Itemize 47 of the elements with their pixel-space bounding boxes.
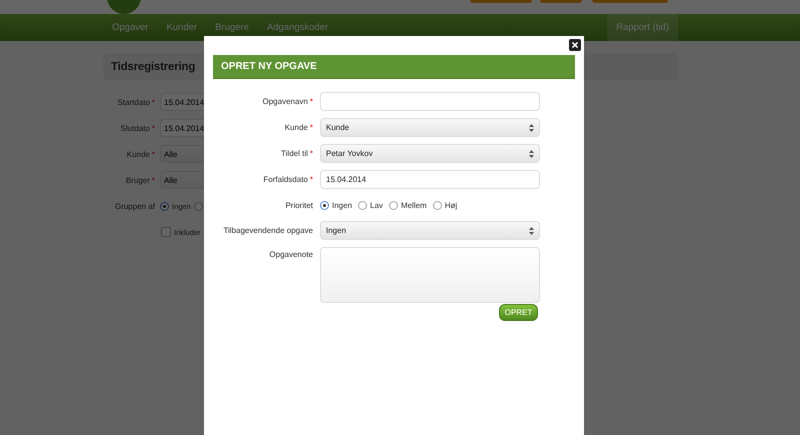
field-label: Kunde * [284,123,313,132]
page-title: Tidsregistrering [111,60,196,72]
field-label: Forfaldsdato * [262,175,313,184]
required-mark: * [152,150,155,158]
field-label: Prioritet [284,200,313,210]
radio-label: Mellem [400,200,427,210]
field-label: Tildel til * [280,149,313,158]
radio-button[interactable] [194,202,203,210]
field-label: Opgavenote [268,249,313,259]
required-mark: * [152,98,155,106]
field-label: Slutdato * [120,124,155,132]
nav-link[interactable]: Opgaver [103,14,158,41]
textarea-field[interactable] [320,247,540,303]
radio-label: Høj [444,200,458,210]
select-field[interactable]: Petar Yovkov [320,144,540,163]
field-label: Opgavenavn * [262,97,313,106]
required-mark: * [310,97,313,106]
radio-button[interactable] [432,200,442,210]
field-label: Gruppen af [114,202,155,210]
checkbox[interactable] [161,227,171,237]
select-field[interactable]: Ingen [320,221,540,240]
radio-button[interactable] [388,200,398,210]
required-mark: * [152,176,155,184]
close-button[interactable] [569,39,581,51]
radio-label: Ingen [332,200,352,210]
field-label: Bruger * [124,176,155,184]
modal-title: OPRET NY OPGAVE [213,55,575,79]
required-mark: * [152,124,155,132]
select-arrows-icon [529,150,534,158]
text-field[interactable]: 15.04.2014 [320,170,540,189]
required-mark: * [310,175,313,184]
radio-label: Lav [370,200,383,210]
radio-button[interactable] [160,202,169,210]
select-field[interactable]: Kunde [320,118,540,137]
select-arrows-icon [529,124,534,132]
required-mark: * [310,149,313,158]
select-arrows-icon [529,226,534,234]
field-label: Tilbagevendende opgave [222,226,313,235]
field-label: Kunde * [126,150,155,158]
field-label: Startdato * [116,98,155,106]
text-field[interactable] [320,92,540,111]
submit-button[interactable]: OPRET [499,304,538,321]
radio-button[interactable] [320,200,329,210]
close-icon [572,42,578,48]
required-mark: * [310,123,313,132]
radio-button[interactable] [358,200,368,210]
nav-link[interactable]: Kunder [157,14,206,41]
